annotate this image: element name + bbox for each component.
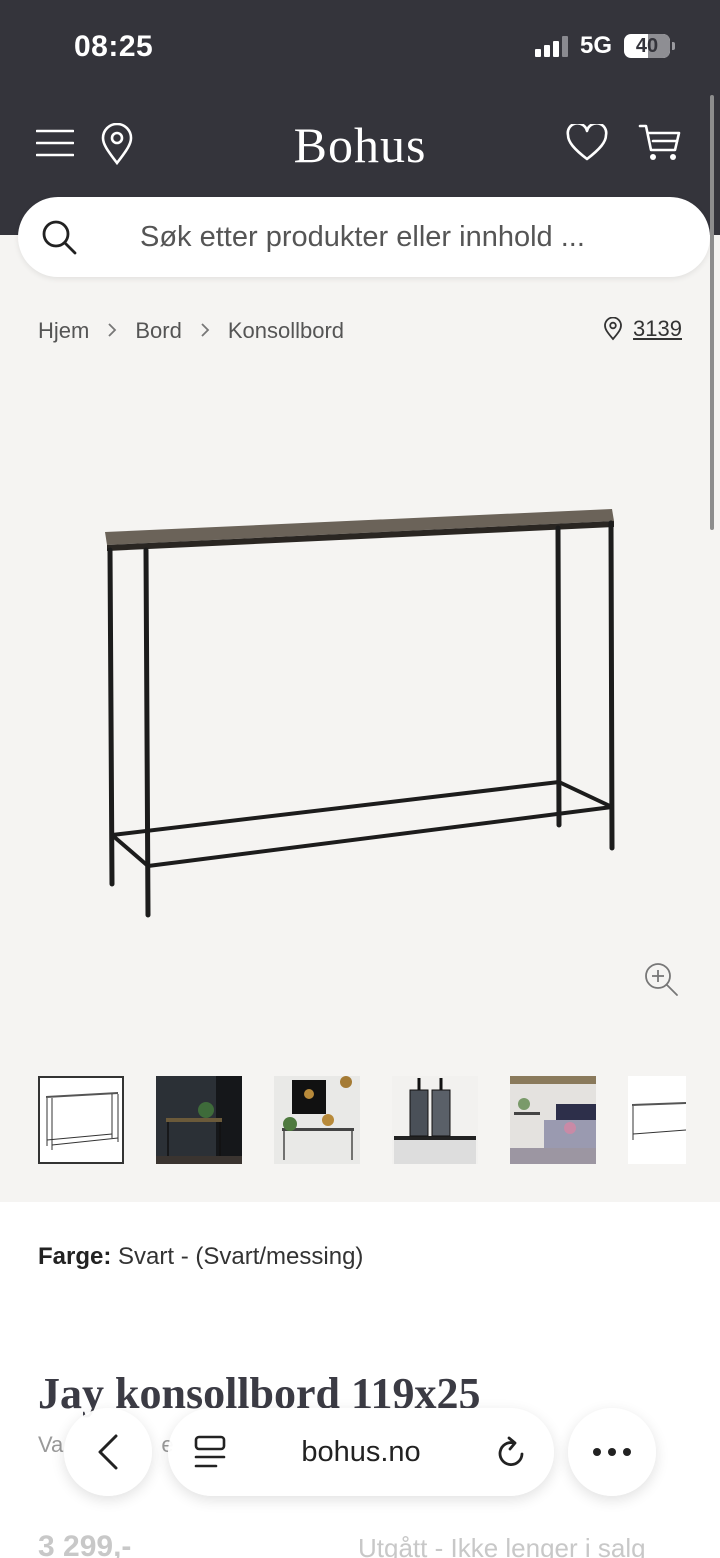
breadcrumb: Hjem Bord Konsollbord	[38, 318, 344, 344]
address-text[interactable]: bohus.no	[301, 1436, 420, 1469]
reload-icon[interactable]	[496, 1435, 528, 1469]
back-button[interactable]	[64, 1408, 152, 1496]
status-bar: 08:25 5G 40	[0, 0, 720, 96]
breadcrumb-konsollbord[interactable]: Konsollbord	[228, 318, 344, 344]
tabs-icon[interactable]	[194, 1435, 226, 1469]
thumbnail-6[interactable]	[628, 1076, 686, 1164]
color-value: Svart - (Svart/messing)	[118, 1243, 364, 1270]
network-type: 5G	[579, 32, 612, 59]
breadcrumb-home[interactable]: Hjem	[38, 318, 89, 344]
more-options-button[interactable]	[568, 1408, 656, 1496]
color-info: Farge: Svart - (Svart/messing)	[38, 1243, 363, 1271]
thumbnail-4[interactable]	[392, 1076, 478, 1164]
browser-toolbar: bohus.no	[0, 1404, 720, 1498]
store-number[interactable]: 3139	[633, 316, 682, 342]
thumbnail-3[interactable]	[274, 1076, 360, 1164]
product-price: 3 299,-	[38, 1530, 132, 1558]
signal-icon	[534, 35, 568, 57]
search-icon	[42, 220, 77, 255]
chevron-right-icon	[107, 318, 117, 344]
thumbnail-1[interactable]	[38, 1076, 124, 1164]
chevron-right-icon	[200, 318, 210, 344]
search-bar[interactable]: Søk etter produkter eller innhold ...	[18, 197, 710, 277]
product-image[interactable]	[0, 380, 720, 1040]
color-label: Farge:	[38, 1243, 112, 1270]
search-input[interactable]: Søk etter produkter eller innhold ...	[140, 221, 585, 254]
ellipsis-icon	[593, 1448, 631, 1456]
store-selector[interactable]: 3139	[603, 316, 682, 342]
status-time: 08:25	[74, 30, 154, 63]
bohus-logo[interactable]: Bohus	[0, 116, 720, 174]
thumbnail-5[interactable]	[510, 1076, 596, 1164]
availability-status: Utgått - Ikke lenger i salg	[358, 1533, 646, 1558]
breadcrumb-bord[interactable]: Bord	[135, 318, 181, 344]
battery-percent: 40	[635, 34, 659, 57]
thumbnail-2[interactable]	[156, 1076, 242, 1164]
heart-icon[interactable]	[566, 122, 608, 162]
battery-icon: 40	[624, 34, 675, 58]
zoom-in-icon[interactable]	[642, 960, 680, 998]
status-indicators: 5G 40	[534, 32, 675, 60]
chevron-left-icon	[98, 1434, 118, 1470]
cart-icon[interactable]	[638, 123, 682, 163]
location-pin-icon	[604, 317, 622, 341]
thumbnail-strip	[38, 1076, 686, 1164]
address-bar[interactable]: bohus.no	[168, 1408, 554, 1496]
